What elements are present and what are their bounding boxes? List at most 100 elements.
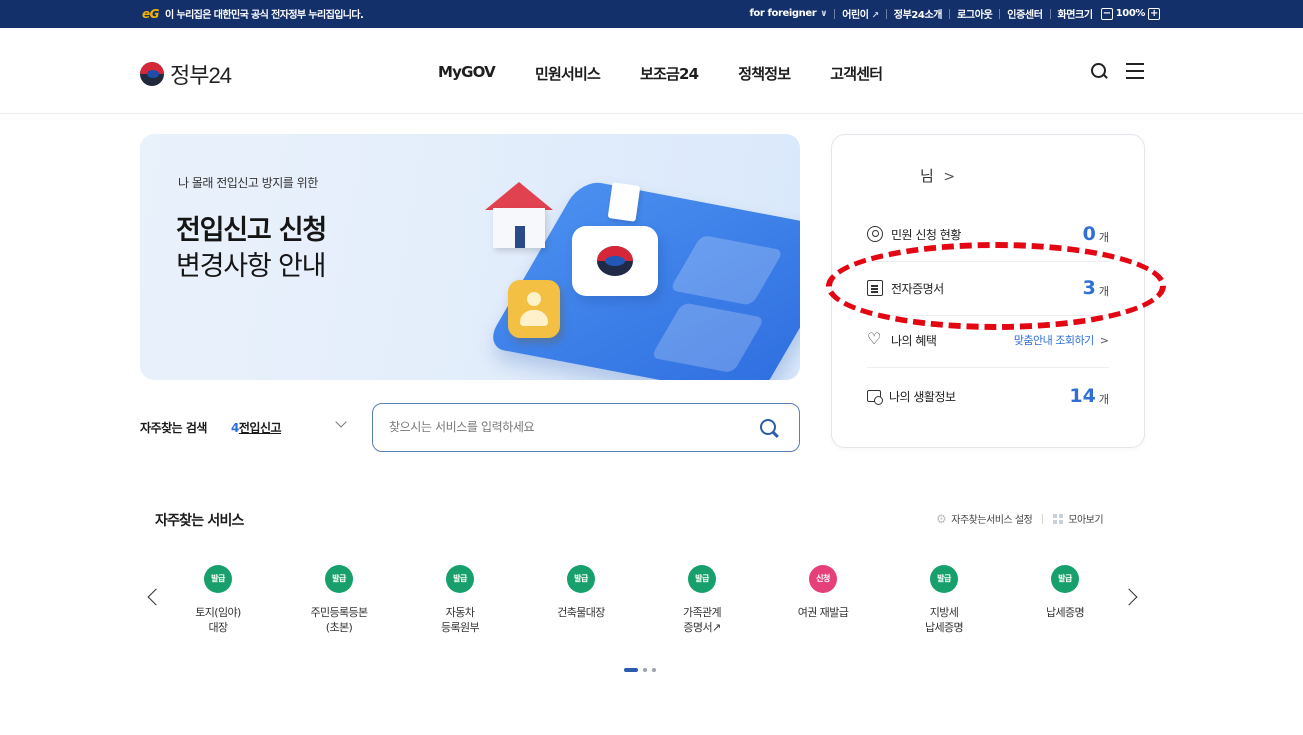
person-card-illustration <box>508 280 560 338</box>
civil-application-count: 0 <box>1082 223 1096 245</box>
service-item[interactable]: 신청 여권 재발급 <box>768 565 878 620</box>
menu-icon[interactable] <box>1126 63 1144 79</box>
issue-badge: 발급 <box>446 565 474 593</box>
gov-top-bar: eG 이 누리집은 대한민국 공식 전자정부 누리집입니다. for forei… <box>0 0 1303 28</box>
banner-subtitle: 나 몰래 전입신고 방지를 위한 <box>178 176 318 190</box>
nav-mygov[interactable]: MyGOV <box>438 63 496 84</box>
divider <box>885 8 887 19</box>
divider <box>834 8 836 19</box>
my-benefits-label: 나의 혜택 <box>891 333 937 348</box>
e-certificate-label: 전자증명서 <box>891 281 944 296</box>
search-icon[interactable] <box>759 418 779 438</box>
pagination-dot-active[interactable] <box>624 668 638 672</box>
nav-policy-info[interactable]: 정책정보 <box>738 63 791 84</box>
monitor-search-icon <box>867 390 883 405</box>
zoom-in-button[interactable]: + <box>1148 7 1160 20</box>
egov-official-notice: 이 누리집은 대한민국 공식 전자정부 누리집입니다. <box>165 10 364 21</box>
for-foreigner-label: for foreigner <box>749 8 817 19</box>
user-greeting[interactable]: 님 > <box>920 165 955 186</box>
custom-guide-link[interactable]: 맞춤안내 조회하기 <box>1014 332 1094 348</box>
issue-badge: 발급 <box>204 565 232 593</box>
view-all-button[interactable]: 모아보기 <box>1068 511 1103 526</box>
service-label: 자동차 <box>445 606 475 619</box>
count-unit: 개 <box>1098 284 1109 298</box>
main-banner[interactable]: 나 몰래 전입신고 방지를 위한 전입신고 신청 변경사항 안내 <box>140 134 800 380</box>
banner-title-line1: 전입신고 신청 <box>176 215 327 246</box>
service-label: 여권 재발급 <box>797 606 849 619</box>
pagination-dot[interactable] <box>652 668 656 672</box>
house-illustration <box>485 182 555 252</box>
search-icon[interactable] <box>1090 62 1108 80</box>
taegeuk-logo-icon <box>140 62 164 86</box>
service-label: 지방세 <box>929 606 959 619</box>
popular-search-label: 자주찾는 검색 <box>140 421 207 435</box>
service-label-line2: 납세증명 <box>924 621 964 634</box>
e-certificate-count: 3 <box>1082 277 1096 299</box>
keyword-text: 전입신고 <box>238 421 282 435</box>
site-header: 정부24 MyGOV 민원서비스 보조금24 정책정보 고객센터 <box>0 28 1303 114</box>
service-item[interactable]: 발급 납세증명 <box>1010 565 1120 620</box>
services-settings-button[interactable]: ⚙ 자주찾는서비스 설정 <box>936 511 1033 526</box>
logo-text: 정부24 <box>170 63 232 88</box>
service-item[interactable]: 발급 토지(임야) 대장 <box>163 565 273 635</box>
carousel-next-button[interactable] <box>1125 588 1139 608</box>
service-item[interactable]: 발급 주민등록등본 (초본) <box>284 565 394 635</box>
issue-badge: 발급 <box>567 565 595 593</box>
chevron-right-icon: > <box>943 169 955 185</box>
service-label: 건축물대장 <box>557 606 605 619</box>
divider <box>867 261 1109 262</box>
pagination-dot[interactable] <box>643 668 647 672</box>
apply-badge: 신청 <box>809 565 837 593</box>
external-link-icon: ↗ <box>871 11 880 21</box>
service-label-line2: 증명서↗ <box>683 621 721 634</box>
nav-civil-services[interactable]: 민원서비스 <box>535 63 601 84</box>
grid-icon <box>1053 513 1064 524</box>
service-label: 가족관계 <box>682 606 722 619</box>
issue-badge: 발급 <box>1051 565 1079 593</box>
cert-center-link[interactable]: 인증센터 <box>1007 6 1043 21</box>
gear-icon: ⚙ <box>936 512 947 526</box>
egov-logo-icon: eG <box>142 6 160 21</box>
settings-label: 자주찾는서비스 설정 <box>951 515 1033 526</box>
user-circle-icon <box>867 226 883 242</box>
issue-badge: 발급 <box>688 565 716 593</box>
logout-link[interactable]: 로그아웃 <box>957 6 993 21</box>
service-label: 주민등록등본 <box>310 606 368 619</box>
service-search-input[interactable] <box>389 417 729 437</box>
kids-label: 어린이 <box>842 10 869 21</box>
keyword-rank: 4 <box>231 421 239 435</box>
screen-size-label: 화면크기 <box>1057 10 1094 21</box>
kids-link[interactable]: 어린이 ↗ <box>842 6 879 21</box>
service-item[interactable]: 발급 건축물대장 <box>526 565 636 620</box>
banner-title-line2: 변경사항 안내 <box>176 251 326 282</box>
my-benefits-row[interactable]: ♡ 나의 혜택 맞춤안내 조회하기 > <box>867 325 1109 355</box>
service-item[interactable]: 발급 자동차 등록원부 <box>405 565 515 635</box>
gov-app-icon <box>572 226 658 296</box>
service-item[interactable]: 발급 지방세 납세증명 <box>889 565 999 635</box>
intro-link[interactable]: 정부24소개 <box>894 6 943 21</box>
divider <box>999 8 1001 19</box>
divider <box>867 315 1109 316</box>
popular-search-keyword[interactable]: 4전입신고 <box>231 419 282 436</box>
nav-subsidy24[interactable]: 보조금24 <box>640 63 699 84</box>
service-item[interactable]: 발급 가족관계 증명서↗ <box>647 565 757 635</box>
carousel-pagination <box>624 668 656 672</box>
for-foreigner-link[interactable]: for foreigner ∨ <box>749 8 827 19</box>
my-life-info-label: 나의 생활정보 <box>889 389 956 404</box>
chevron-down-icon[interactable] <box>336 418 346 428</box>
issue-badge: 발급 <box>325 565 353 593</box>
site-logo[interactable]: 정부24 <box>140 58 232 90</box>
header-actions <box>1090 62 1144 80</box>
service-label: 납세증명 <box>1045 606 1085 619</box>
e-certificate-row[interactable]: 전자증명서 3 개 <box>867 273 1109 303</box>
zoom-out-button[interactable]: − <box>1100 7 1113 20</box>
civil-application-status[interactable]: 민원 신청 현황 0 개 <box>867 219 1109 249</box>
civil-application-label: 민원 신청 현황 <box>891 227 961 242</box>
carousel-prev-button[interactable] <box>146 588 160 608</box>
nav-customer-center[interactable]: 고객센터 <box>830 63 883 84</box>
issue-badge: 발급 <box>930 565 958 593</box>
my-life-info-row[interactable]: 나의 생활정보 14 개 <box>867 381 1109 411</box>
divider <box>867 367 1109 368</box>
service-label: 토지(임야) <box>195 606 241 619</box>
count-unit: 개 <box>1098 392 1109 406</box>
